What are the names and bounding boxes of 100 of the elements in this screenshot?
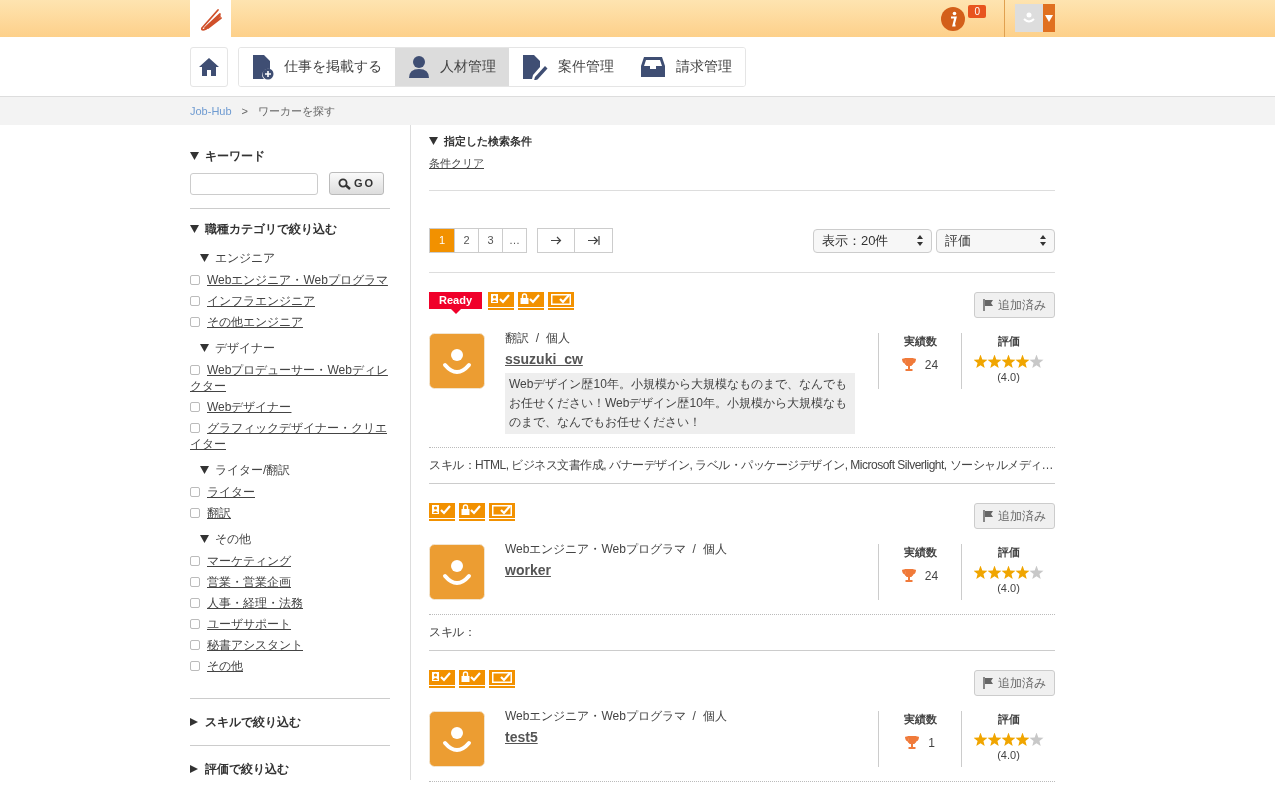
category-checkbox[interactable] <box>190 661 200 671</box>
expanded-triangle-icon <box>200 344 209 352</box>
keyword-input[interactable] <box>190 172 318 195</box>
laptop-verified-icon <box>548 292 574 310</box>
category-link[interactable]: ユーザサポート <box>190 616 291 632</box>
expanded-triangle-icon <box>190 152 199 160</box>
category-checkbox[interactable] <box>190 317 200 327</box>
expanded-triangle-icon <box>190 225 199 233</box>
achievements-label: 実績数 <box>903 334 937 349</box>
person-verified-icon <box>488 292 514 310</box>
category-checkbox[interactable] <box>190 275 200 285</box>
last-page-button[interactable] <box>575 228 613 253</box>
category-link[interactable]: マーケティング <box>190 553 291 569</box>
worker-name-link[interactable]: worker <box>505 560 855 581</box>
section-title: キーワード <box>205 148 265 165</box>
select-arrows-icon <box>1040 235 1046 246</box>
skills-list: スキル： <box>429 623 475 641</box>
section-title: 評価で絞り込む <box>205 761 289 778</box>
lock-verified-icon <box>459 503 485 521</box>
document-edit-icon <box>522 53 548 80</box>
category-checkbox[interactable] <box>190 508 200 518</box>
document-add-icon <box>252 53 274 80</box>
trophy-icon <box>901 358 916 371</box>
worker-name-link[interactable]: ssuzuki_cw <box>505 349 855 370</box>
rating-label: 評価 <box>997 712 1020 727</box>
category-link[interactable]: Webデザイナー <box>190 399 292 415</box>
rating-value: (4.0) <box>997 747 1020 763</box>
achievements-label: 実績数 <box>903 545 937 560</box>
achievements-count: 24 <box>924 567 939 585</box>
person-verified-icon <box>429 503 455 521</box>
logo[interactable] <box>190 0 231 37</box>
nav-tab[interactable]: 人材管理 <box>395 47 509 86</box>
category-checkbox[interactable] <box>190 296 200 306</box>
saved-button[interactable]: 追加済み <box>974 292 1055 318</box>
expanded-triangle-icon <box>429 137 438 146</box>
category-link[interactable]: 翻訳 <box>190 505 231 521</box>
category-checkbox[interactable] <box>190 619 200 629</box>
category-link[interactable]: Webエンジニア・Webプログラマ <box>190 272 388 288</box>
category-checkbox[interactable] <box>190 402 200 412</box>
breadcrumb-current: ワーカーを探す <box>258 103 335 119</box>
lock-verified-icon <box>459 670 485 688</box>
saved-button[interactable]: 追加済み <box>974 670 1055 696</box>
trophy-icon <box>905 736 920 749</box>
inbox-icon <box>640 55 666 78</box>
person-icon <box>408 54 430 79</box>
clear-conditions-link[interactable]: 条件クリア <box>429 154 1055 171</box>
collapsed-triangle-icon <box>190 718 199 726</box>
category-checkbox[interactable] <box>190 487 200 497</box>
achievements-label: 実績数 <box>903 712 937 727</box>
collapsed-triangle-icon <box>190 765 199 773</box>
per-page-select[interactable]: 表示：20件 <box>813 228 932 253</box>
category-checkbox[interactable] <box>190 556 200 566</box>
group-title: エンジニア <box>215 250 275 267</box>
next-page-button[interactable] <box>537 228 575 253</box>
category-checkbox[interactable] <box>190 423 200 433</box>
lock-verified-icon <box>518 292 544 310</box>
rating-value: (4.0) <box>997 369 1020 385</box>
section-title: スキルで絞り込む <box>205 714 301 731</box>
info-icon[interactable] <box>941 6 966 31</box>
category-link[interactable]: インフラエンジニア <box>190 293 315 309</box>
notification-badge: 0 <box>968 5 986 18</box>
home-icon <box>198 56 220 77</box>
category-link[interactable]: Webプロデューサー・Webディレクター <box>190 362 390 394</box>
person-verified-icon <box>429 670 455 688</box>
category-link[interactable]: 営業・営業企画 <box>190 574 291 590</box>
avatar-placeholder <box>429 711 485 767</box>
sort-select[interactable]: 評価 <box>936 228 1055 253</box>
category-checkbox[interactable] <box>190 598 200 608</box>
flag-icon <box>983 677 994 689</box>
search-icon <box>337 177 351 190</box>
category-checkbox[interactable] <box>190 577 200 587</box>
achievements-count: 24 <box>924 356 939 374</box>
laptop-verified-icon <box>489 503 515 521</box>
flag-icon <box>983 299 994 311</box>
category-checkbox[interactable] <box>190 640 200 650</box>
expanded-triangle-icon <box>200 254 209 262</box>
user-menu-button[interactable] <box>1015 4 1055 32</box>
category-link[interactable]: その他 <box>190 658 243 674</box>
saved-button[interactable]: 追加済み <box>974 503 1055 529</box>
expanded-triangle-icon <box>200 535 209 543</box>
trophy-icon <box>901 569 916 582</box>
go-button[interactable]: GO <box>329 172 384 195</box>
arrow-right-icon <box>550 236 562 245</box>
rating-label: 評価 <box>997 334 1020 349</box>
caret-icon <box>1045 14 1053 22</box>
group-title: デザイナー <box>215 340 275 357</box>
group-title: その他 <box>215 531 251 548</box>
category-link[interactable]: その他エンジニア <box>190 314 303 330</box>
arrow-to-end-icon <box>587 236 600 245</box>
home-button[interactable] <box>190 46 228 87</box>
category-link[interactable]: ライター <box>190 484 255 500</box>
worker-name-link[interactable]: test5 <box>505 727 855 748</box>
category-link[interactable]: 秘書アシスタント <box>190 637 303 653</box>
section-title: 指定した検索条件 <box>444 134 532 149</box>
category-link[interactable]: グラフィックデザイナー・クリエイター <box>190 420 390 452</box>
category-checkbox[interactable] <box>190 365 200 375</box>
expanded-triangle-icon <box>200 466 209 474</box>
category-link[interactable]: 人事・経理・法務 <box>190 595 303 611</box>
group-title: ライター/翻訳 <box>215 462 291 479</box>
achievements-count: 1 <box>928 734 935 752</box>
